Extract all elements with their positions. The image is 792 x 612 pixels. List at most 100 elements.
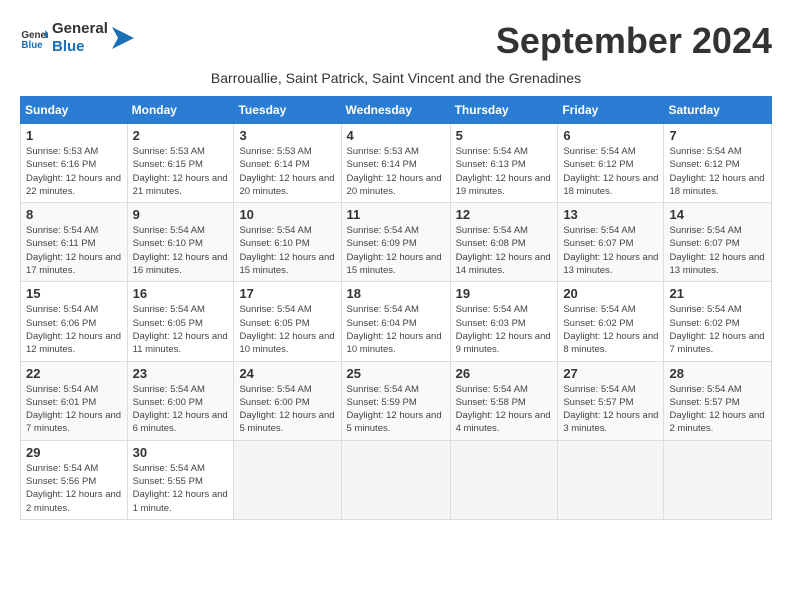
day-info: Sunrise: 5:54 AM Sunset: 6:09 PM Dayligh… bbox=[347, 224, 445, 277]
day-number: 15 bbox=[26, 286, 122, 301]
day-info: Sunrise: 5:54 AM Sunset: 6:07 PM Dayligh… bbox=[563, 224, 658, 277]
day-cell: 20 Sunrise: 5:54 AM Sunset: 6:02 PM Dayl… bbox=[558, 282, 664, 361]
day-number: 27 bbox=[563, 366, 658, 381]
day-info: Sunrise: 5:54 AM Sunset: 6:02 PM Dayligh… bbox=[669, 303, 766, 356]
day-cell: 21 Sunrise: 5:54 AM Sunset: 6:02 PM Dayl… bbox=[664, 282, 772, 361]
logo-arrow-icon bbox=[112, 27, 134, 49]
day-cell bbox=[450, 440, 558, 519]
day-cell: 13 Sunrise: 5:54 AM Sunset: 6:07 PM Dayl… bbox=[558, 203, 664, 282]
day-number: 12 bbox=[456, 207, 553, 222]
day-cell: 24 Sunrise: 5:54 AM Sunset: 6:00 PM Dayl… bbox=[234, 361, 341, 440]
day-number: 28 bbox=[669, 366, 766, 381]
day-cell: 7 Sunrise: 5:54 AM Sunset: 6:12 PM Dayli… bbox=[664, 124, 772, 203]
day-number: 2 bbox=[133, 128, 229, 143]
day-info: Sunrise: 5:54 AM Sunset: 6:07 PM Dayligh… bbox=[669, 224, 766, 277]
day-number: 17 bbox=[239, 286, 335, 301]
header-sunday: Sunday bbox=[21, 97, 128, 124]
day-number: 1 bbox=[26, 128, 122, 143]
calendar-table: SundayMondayTuesdayWednesdayThursdayFrid… bbox=[20, 96, 772, 520]
day-cell: 11 Sunrise: 5:54 AM Sunset: 6:09 PM Dayl… bbox=[341, 203, 450, 282]
day-cell: 6 Sunrise: 5:54 AM Sunset: 6:12 PM Dayli… bbox=[558, 124, 664, 203]
week-row-2: 8 Sunrise: 5:54 AM Sunset: 6:11 PM Dayli… bbox=[21, 203, 772, 282]
day-number: 25 bbox=[347, 366, 445, 381]
day-cell: 8 Sunrise: 5:54 AM Sunset: 6:11 PM Dayli… bbox=[21, 203, 128, 282]
day-number: 5 bbox=[456, 128, 553, 143]
day-info: Sunrise: 5:54 AM Sunset: 6:13 PM Dayligh… bbox=[456, 145, 553, 198]
day-info: Sunrise: 5:54 AM Sunset: 6:10 PM Dayligh… bbox=[239, 224, 335, 277]
day-info: Sunrise: 5:54 AM Sunset: 6:06 PM Dayligh… bbox=[26, 303, 122, 356]
day-number: 10 bbox=[239, 207, 335, 222]
day-info: Sunrise: 5:53 AM Sunset: 6:15 PM Dayligh… bbox=[133, 145, 229, 198]
logo-icon: General Blue bbox=[20, 24, 48, 52]
header: General Blue General Blue September 2024 bbox=[20, 20, 772, 62]
day-cell: 16 Sunrise: 5:54 AM Sunset: 6:05 PM Dayl… bbox=[127, 282, 234, 361]
day-cell: 17 Sunrise: 5:54 AM Sunset: 6:05 PM Dayl… bbox=[234, 282, 341, 361]
header-thursday: Thursday bbox=[450, 97, 558, 124]
day-info: Sunrise: 5:54 AM Sunset: 5:58 PM Dayligh… bbox=[456, 383, 553, 436]
day-cell: 27 Sunrise: 5:54 AM Sunset: 5:57 PM Dayl… bbox=[558, 361, 664, 440]
day-info: Sunrise: 5:54 AM Sunset: 6:03 PM Dayligh… bbox=[456, 303, 553, 356]
day-number: 11 bbox=[347, 207, 445, 222]
day-number: 21 bbox=[669, 286, 766, 301]
day-number: 22 bbox=[26, 366, 122, 381]
day-info: Sunrise: 5:54 AM Sunset: 5:55 PM Dayligh… bbox=[133, 462, 229, 515]
day-number: 29 bbox=[26, 445, 122, 460]
day-cell: 10 Sunrise: 5:54 AM Sunset: 6:10 PM Dayl… bbox=[234, 203, 341, 282]
day-number: 18 bbox=[347, 286, 445, 301]
day-number: 19 bbox=[456, 286, 553, 301]
day-cell: 14 Sunrise: 5:54 AM Sunset: 6:07 PM Dayl… bbox=[664, 203, 772, 282]
header-friday: Friday bbox=[558, 97, 664, 124]
day-cell: 12 Sunrise: 5:54 AM Sunset: 6:08 PM Dayl… bbox=[450, 203, 558, 282]
day-number: 13 bbox=[563, 207, 658, 222]
month-title: September 2024 bbox=[496, 20, 772, 62]
day-info: Sunrise: 5:54 AM Sunset: 6:05 PM Dayligh… bbox=[239, 303, 335, 356]
logo-line2: Blue bbox=[52, 38, 108, 56]
day-info: Sunrise: 5:54 AM Sunset: 6:11 PM Dayligh… bbox=[26, 224, 122, 277]
day-number: 4 bbox=[347, 128, 445, 143]
day-info: Sunrise: 5:54 AM Sunset: 5:57 PM Dayligh… bbox=[669, 383, 766, 436]
day-number: 7 bbox=[669, 128, 766, 143]
header-monday: Monday bbox=[127, 97, 234, 124]
day-number: 6 bbox=[563, 128, 658, 143]
day-cell bbox=[234, 440, 341, 519]
day-cell bbox=[558, 440, 664, 519]
logo-line1: General bbox=[52, 20, 108, 38]
day-info: Sunrise: 5:53 AM Sunset: 6:16 PM Dayligh… bbox=[26, 145, 122, 198]
day-cell: 1 Sunrise: 5:53 AM Sunset: 6:16 PM Dayli… bbox=[21, 124, 128, 203]
day-cell: 2 Sunrise: 5:53 AM Sunset: 6:15 PM Dayli… bbox=[127, 124, 234, 203]
day-info: Sunrise: 5:54 AM Sunset: 6:01 PM Dayligh… bbox=[26, 383, 122, 436]
svg-text:Blue: Blue bbox=[21, 40, 43, 51]
day-info: Sunrise: 5:54 AM Sunset: 6:08 PM Dayligh… bbox=[456, 224, 553, 277]
day-cell: 26 Sunrise: 5:54 AM Sunset: 5:58 PM Dayl… bbox=[450, 361, 558, 440]
day-number: 16 bbox=[133, 286, 229, 301]
day-info: Sunrise: 5:54 AM Sunset: 5:59 PM Dayligh… bbox=[347, 383, 445, 436]
week-row-5: 29 Sunrise: 5:54 AM Sunset: 5:56 PM Dayl… bbox=[21, 440, 772, 519]
day-number: 24 bbox=[239, 366, 335, 381]
day-cell: 4 Sunrise: 5:53 AM Sunset: 6:14 PM Dayli… bbox=[341, 124, 450, 203]
week-row-1: 1 Sunrise: 5:53 AM Sunset: 6:16 PM Dayli… bbox=[21, 124, 772, 203]
day-cell: 18 Sunrise: 5:54 AM Sunset: 6:04 PM Dayl… bbox=[341, 282, 450, 361]
day-info: Sunrise: 5:53 AM Sunset: 6:14 PM Dayligh… bbox=[347, 145, 445, 198]
day-number: 14 bbox=[669, 207, 766, 222]
day-cell: 28 Sunrise: 5:54 AM Sunset: 5:57 PM Dayl… bbox=[664, 361, 772, 440]
day-info: Sunrise: 5:54 AM Sunset: 6:02 PM Dayligh… bbox=[563, 303, 658, 356]
subtitle: Barrouallie, Saint Patrick, Saint Vincen… bbox=[20, 70, 772, 86]
day-cell: 15 Sunrise: 5:54 AM Sunset: 6:06 PM Dayl… bbox=[21, 282, 128, 361]
day-cell: 22 Sunrise: 5:54 AM Sunset: 6:01 PM Dayl… bbox=[21, 361, 128, 440]
day-info: Sunrise: 5:54 AM Sunset: 6:00 PM Dayligh… bbox=[133, 383, 229, 436]
day-info: Sunrise: 5:54 AM Sunset: 6:10 PM Dayligh… bbox=[133, 224, 229, 277]
day-info: Sunrise: 5:54 AM Sunset: 5:56 PM Dayligh… bbox=[26, 462, 122, 515]
day-info: Sunrise: 5:54 AM Sunset: 5:57 PM Dayligh… bbox=[563, 383, 658, 436]
logo: General Blue General Blue bbox=[20, 20, 134, 56]
day-info: Sunrise: 5:54 AM Sunset: 6:04 PM Dayligh… bbox=[347, 303, 445, 356]
day-cell: 23 Sunrise: 5:54 AM Sunset: 6:00 PM Dayl… bbox=[127, 361, 234, 440]
week-row-3: 15 Sunrise: 5:54 AM Sunset: 6:06 PM Dayl… bbox=[21, 282, 772, 361]
day-number: 30 bbox=[133, 445, 229, 460]
day-cell: 30 Sunrise: 5:54 AM Sunset: 5:55 PM Dayl… bbox=[127, 440, 234, 519]
day-cell: 9 Sunrise: 5:54 AM Sunset: 6:10 PM Dayli… bbox=[127, 203, 234, 282]
header-saturday: Saturday bbox=[664, 97, 772, 124]
day-info: Sunrise: 5:54 AM Sunset: 6:00 PM Dayligh… bbox=[239, 383, 335, 436]
day-info: Sunrise: 5:54 AM Sunset: 6:05 PM Dayligh… bbox=[133, 303, 229, 356]
day-cell: 29 Sunrise: 5:54 AM Sunset: 5:56 PM Dayl… bbox=[21, 440, 128, 519]
day-info: Sunrise: 5:53 AM Sunset: 6:14 PM Dayligh… bbox=[239, 145, 335, 198]
